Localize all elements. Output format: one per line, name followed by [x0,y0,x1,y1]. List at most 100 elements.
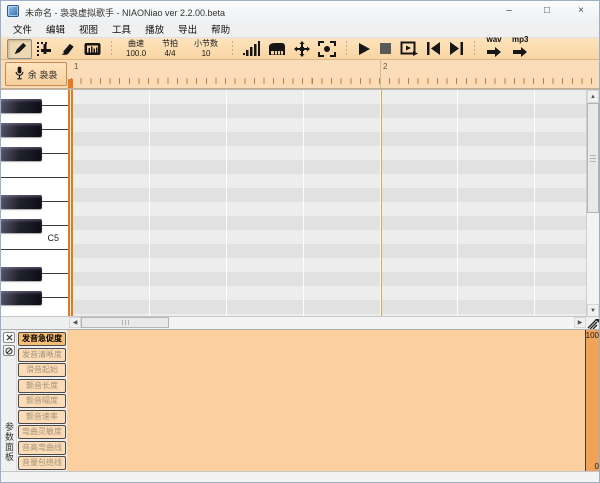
menu-edit[interactable]: 编辑 [39,20,72,38]
beat-label: 节拍 [162,38,179,48]
move-tool-button[interactable] [290,39,314,59]
measure-number-2: 2 [383,62,388,71]
panel-side-tab[interactable]: 参数面板 [3,422,15,470]
export-arrow-icon [512,44,528,62]
piano-black-key[interactable] [1,99,42,113]
bar-chart-icon [243,41,261,56]
select-region-button[interactable] [314,39,340,59]
piano-black-key[interactable] [1,123,42,137]
stop-button[interactable] [375,39,396,59]
timeline-ruler[interactable]: 余 袅袅 1 2 [1,60,599,89]
export-arrow-icon [486,44,502,62]
maximize-button[interactable]: □ [535,4,559,18]
scroll-left-button[interactable]: ◀ [69,317,81,328]
play-icon [357,42,371,56]
selection-brackets-icon [318,40,337,57]
note-grid[interactable] [73,90,588,317]
horizontal-scrollbar-row: ◀ ▶ [1,316,599,330]
param-button-vibrato-rate[interactable]: 颤音速率 [18,409,66,424]
volume-bars-button[interactable] [239,39,264,59]
tempo-control[interactable]: 曲速 100.0 [118,39,154,59]
menu-export[interactable]: 导出 [171,20,204,38]
piano-black-key[interactable] [1,219,42,233]
playhead-marker[interactable] [68,79,73,88]
skip-to-start-icon [426,42,441,55]
pencil-tool-button[interactable] [7,38,32,59]
piano-black-key[interactable] [1,291,42,305]
piano-black-key[interactable] [1,195,42,209]
measure-count-control[interactable]: 小节数 10 [186,39,226,59]
panel-close-button[interactable] [3,332,15,343]
status-bar [1,471,599,482]
parameter-button-column: 发音急促度 发音清晰度 滑音起始 颤音长度 颤音幅度 颤音速率 弯曲灵敏度 音高… [17,330,67,472]
menu-tools[interactable]: 工具 [105,20,138,38]
beat-value: 4/4 [164,48,176,58]
loop-play-button[interactable] [396,39,422,59]
singer-track-button[interactable]: 余 袅袅 [5,62,67,86]
param-button-portamento[interactable]: 滑音起始 [18,363,66,377]
crosshair-plus-icon [36,41,52,57]
parameter-panel: 100 0 发音急促度 发音清晰度 滑音起始 颤音长度 颤音幅度 颤音速率 弯曲… [1,329,599,472]
param-button-bend-sensitivity[interactable]: 弯曲灵敏度 [18,425,66,439]
piano-black-key[interactable] [1,267,42,281]
pencil-icon [12,41,27,56]
minimize-button[interactable]: – [497,4,521,18]
singer-name: 余 袅袅 [27,69,58,80]
editor-area: C5 ▲ ▼ [1,89,599,317]
piano-black-key[interactable] [1,147,42,161]
piano-panel-button[interactable] [264,39,290,59]
eraser-tool-button[interactable] [56,39,80,59]
note-add-tool-button[interactable] [32,39,56,59]
scale-min-label: 0 [594,462,599,471]
piano-keyboard[interactable]: C5 [1,90,68,317]
eraser-icon [60,41,76,56]
export-mp3-button[interactable]: mp3 [507,35,533,62]
move-icon [294,40,311,57]
skip-to-end-icon [449,42,464,55]
go-to-end-button[interactable] [445,39,468,59]
resize-grip[interactable] [586,317,599,330]
waveform-image-icon [84,42,101,56]
go-to-start-button[interactable] [422,39,445,59]
parameter-canvas[interactable] [67,330,585,472]
measure-number-1: 1 [74,62,79,71]
stop-icon [379,42,392,55]
wav-label: wav [486,34,502,44]
scale-max-label: 100 [585,331,599,340]
scroll-right-button[interactable]: ▶ [574,317,586,328]
param-button-attack[interactable]: 发音急促度 [18,332,66,346]
waveform-view-button[interactable] [80,39,105,59]
panel-toggle-button[interactable] [3,345,15,356]
param-button-clarity[interactable]: 发音清晰度 [18,347,66,362]
beat-control[interactable]: 节拍 4/4 [154,39,186,59]
toolbar-separator [344,40,350,57]
menu-view[interactable]: 视图 [72,20,105,38]
param-button-vibrato-length[interactable]: 颤音长度 [18,378,66,393]
measure-count-label: 小节数 [194,38,219,48]
toolbar-separator [472,40,478,57]
horizontal-scroll-thumb[interactable] [81,317,169,328]
measure-line [381,90,382,317]
menu-help[interactable]: 帮助 [204,20,237,38]
thumb-grip [590,155,596,162]
param-button-pitch-curve[interactable]: 音高弯曲线 [18,440,66,455]
tempo-value: 100.0 [126,48,147,58]
tempo-label: 曲速 [128,38,145,48]
toolbar: 曲速 100.0 节拍 4/4 小节数 10 wav mp3 [1,34,599,62]
toolbar-separator [109,40,114,57]
export-wav-button[interactable]: wav [481,34,507,62]
menu-play[interactable]: 播放 [138,20,171,38]
measure-count-value: 10 [201,48,211,58]
microphone-icon [15,65,24,83]
vertical-scroll-thumb[interactable] [587,103,599,213]
param-button-vibrato-depth[interactable]: 颤音幅度 [18,394,66,408]
scroll-up-button[interactable]: ▲ [587,90,599,103]
param-button-volume-envelope[interactable]: 音量包络线 [18,456,66,470]
play-button[interactable] [353,39,375,59]
close-button[interactable]: × [569,4,593,18]
thumb-grip [122,320,129,325]
vertical-scrollbar[interactable]: ▲ ▼ [586,90,599,317]
c5-key-label: C5 [47,233,59,243]
menu-file[interactable]: 文件 [6,20,39,38]
app-icon [7,5,19,17]
